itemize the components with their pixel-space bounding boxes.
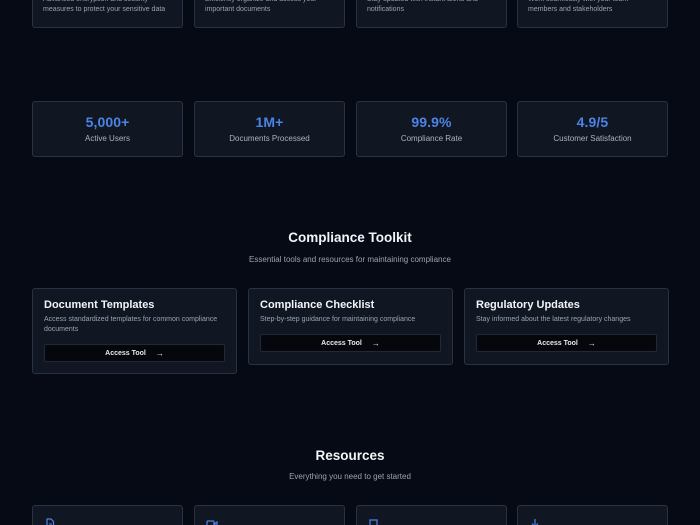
button-label: Access Tool [537, 339, 578, 347]
tool-card-document-templates: Document Templates Access standardized t… [32, 288, 237, 374]
book-icon [369, 519, 378, 525]
tool-description: Step-by-step guidance for maintaining co… [260, 316, 416, 323]
tool-description: Stay informed about the latest regulator… [476, 316, 631, 323]
resource-card-guides[interactable] [32, 505, 183, 525]
feature-card-security: Advanced encryption and security measure… [32, 0, 183, 28]
toolkit-title: Compliance Toolkit [288, 230, 412, 245]
access-tool-button[interactable]: Access Tool → [44, 344, 225, 362]
feature-description: Stay updated with instant alerts and not… [367, 0, 478, 13]
feature-card-collaboration: Work seamlessly with your team members a… [517, 0, 668, 28]
arrow-right-icon: → [371, 338, 380, 348]
arrow-right-icon: → [155, 348, 164, 358]
button-label: Access Tool [321, 339, 362, 347]
resource-card-videos[interactable] [194, 505, 345, 525]
stat-card-compliance-rate: 99.9% Compliance Rate [356, 101, 507, 157]
download-icon [531, 519, 539, 525]
arrow-right-icon: → [587, 338, 596, 348]
stat-card-documents: 1M+ Documents Processed [194, 101, 345, 157]
tool-card-regulatory-updates: Regulatory Updates Stay informed about t… [464, 288, 669, 365]
resources-subtitle: Everything you need to get started [289, 472, 411, 481]
stat-label: Documents Processed [229, 134, 310, 143]
stat-value: 1M+ [255, 114, 284, 130]
tool-description: Access standardized templates for common… [44, 316, 218, 333]
stat-card-active-users: 5,000+ Active Users [32, 101, 183, 157]
stat-value: 5,000+ [85, 114, 130, 130]
feature-description: Advanced encryption and security measure… [43, 0, 166, 13]
resources-title: Resources [315, 448, 385, 463]
access-tool-button[interactable]: Access Tool → [260, 334, 441, 352]
tool-card-compliance-checklist: Compliance Checklist Step-by-step guidan… [248, 288, 453, 365]
resource-card-downloads[interactable] [517, 505, 668, 525]
stat-label: Active Users [85, 134, 130, 143]
toolkit-subtitle: Essential tools and resources for mainta… [249, 255, 451, 264]
stat-value: 4.9/5 [576, 114, 609, 130]
feature-card-alerts: Stay updated with instant alerts and not… [356, 0, 507, 28]
resource-card-docs[interactable] [356, 505, 507, 525]
tool-title: Regulatory Updates [476, 299, 580, 311]
video-icon [206, 520, 218, 525]
stat-label: Customer Satisfaction [553, 134, 632, 143]
stat-label: Compliance Rate [400, 134, 463, 143]
document-icon [46, 518, 55, 525]
button-label: Access Tool [105, 349, 146, 357]
stat-card-satisfaction: 4.9/5 Customer Satisfaction [517, 101, 668, 157]
tool-title: Document Templates [44, 299, 155, 311]
access-tool-button[interactable]: Access Tool → [476, 334, 657, 352]
feature-card-documents: Efficiently organize and access your imp… [194, 0, 345, 28]
feature-description: Efficiently organize and access your imp… [205, 0, 317, 13]
feature-description: Work seamlessly with your team members a… [528, 0, 628, 13]
tool-title: Compliance Checklist [260, 299, 375, 311]
stat-value: 99.9% [411, 114, 452, 130]
